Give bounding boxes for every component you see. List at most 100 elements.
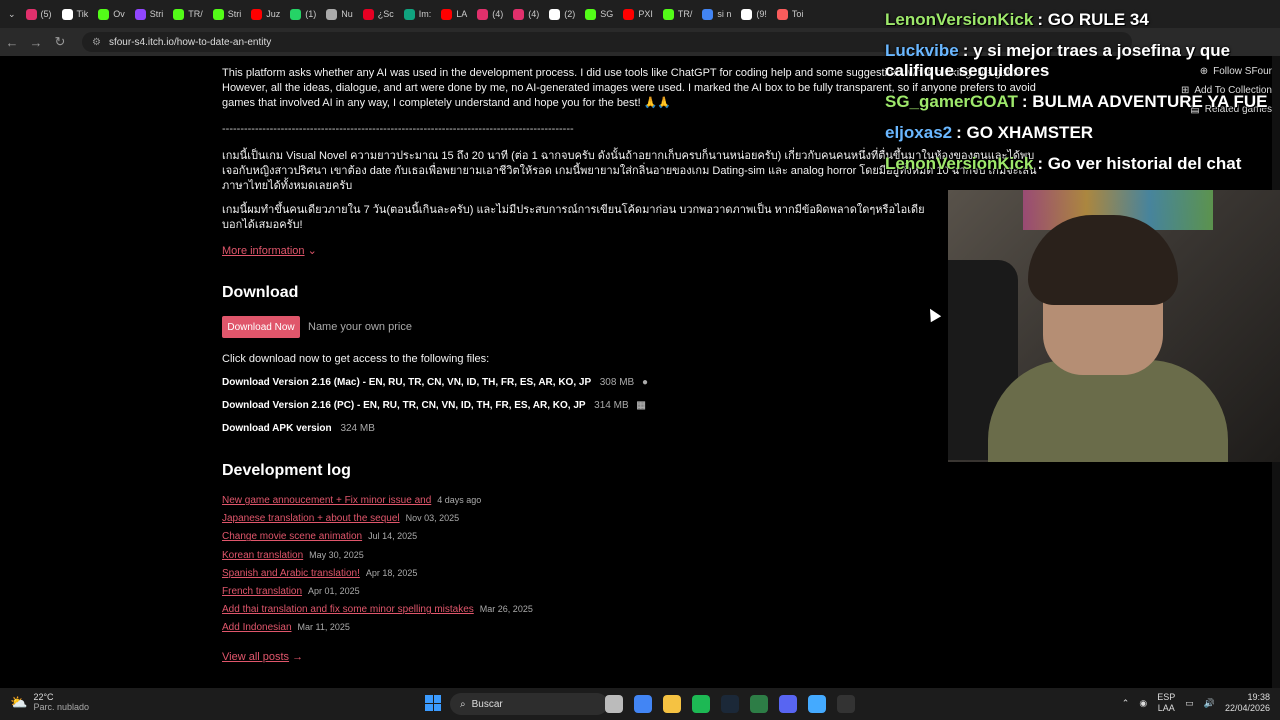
tab-search-icon[interactable]: ⌄ (0, 3, 21, 25)
browser-tab[interactable]: (4) (472, 3, 508, 25)
browser-tab[interactable]: Im: (399, 3, 437, 25)
tab-favicon-icon (25, 8, 37, 20)
download-heading: Download (222, 284, 299, 301)
reload-icon[interactable]: ↻ (48, 34, 72, 50)
devlog-title[interactable]: Japanese translation + about the sequel (222, 513, 400, 524)
tab-favicon-icon (741, 8, 753, 20)
devlog-title[interactable]: Change movie scene animation (222, 531, 362, 542)
browser-tab[interactable]: LA (436, 3, 472, 25)
display-icon[interactable]: ▭ (1185, 698, 1194, 709)
devlog-title[interactable]: New game annoucement + Fix minor issue a… (222, 495, 431, 506)
browser-tab[interactable]: Toi (772, 3, 809, 25)
browser-tab[interactable]: Stri (130, 3, 169, 25)
tab-label: (5) (40, 9, 52, 19)
file-row-pc: Download Version 2.16 (PC) - EN, RU, TR,… (222, 400, 646, 411)
tab-label: si n (717, 9, 732, 19)
apple-icon: ● (641, 377, 649, 388)
devlog-title[interactable]: Spanish and Arabic translation! (222, 568, 360, 579)
browser-tab[interactable]: (2) (544, 3, 580, 25)
devlog-item[interactable]: French translation Apr 01, 2025 (222, 586, 360, 597)
network-icon[interactable]: ◉ (1139, 698, 1147, 709)
view-all-posts-link[interactable]: View all posts → (222, 650, 303, 665)
browser-tab[interactable]: SG (580, 3, 618, 25)
taskbar-search[interactable]: ⌕ Buscar (450, 693, 608, 715)
browser-tab[interactable]: (1) (285, 3, 321, 25)
obs-icon[interactable] (837, 695, 855, 713)
chevron-up-icon[interactable]: ⌃ (1122, 698, 1130, 709)
weather-widget[interactable]: ⛅ 22°C Parc. nublado (10, 692, 89, 712)
devlog-item[interactable]: New game annoucement + Fix minor issue a… (222, 495, 481, 506)
browser-tab[interactable]: Nu (321, 3, 358, 25)
terminal-icon[interactable] (750, 695, 768, 713)
browser-tab[interactable]: (9! (736, 3, 772, 25)
tab-label: TR/ (677, 9, 693, 19)
file-explorer-icon[interactable] (605, 695, 623, 713)
start-button[interactable] (425, 695, 441, 711)
back-icon[interactable]: ← (0, 35, 24, 50)
devlog-item[interactable]: Change movie scene animation Jul 14, 2025 (222, 531, 417, 542)
forward-icon[interactable]: → (24, 35, 48, 50)
chat-text: : Go ver historial del chat (1037, 154, 1242, 173)
devlog-title[interactable]: Add thai translation and fix some minor … (222, 604, 474, 615)
tab-favicon-icon (362, 8, 374, 20)
devlog-item[interactable]: Japanese translation + about the sequel N… (222, 513, 459, 524)
devlog-title[interactable]: French translation (222, 586, 302, 597)
volume-icon[interactable]: 🔊 (1204, 698, 1215, 709)
browser-tab[interactable]: (4) (508, 3, 544, 25)
devlog-date: Mar 11, 2025 (297, 622, 350, 633)
notepad-icon[interactable] (808, 695, 826, 713)
browser-tab[interactable]: Juz (246, 3, 285, 25)
browser-tab[interactable]: Ov (93, 3, 130, 25)
windows-logo-icon (425, 703, 433, 711)
browser-tab[interactable]: PXI (618, 3, 658, 25)
steam-icon[interactable] (721, 695, 739, 713)
browser-tab[interactable]: (5) (21, 3, 57, 25)
view-all-label[interactable]: View all posts (222, 651, 289, 663)
devlog-item[interactable]: Add thai translation and fix some minor … (222, 604, 533, 615)
tab-favicon-icon (403, 8, 415, 20)
browser-tab[interactable]: TR/ (658, 3, 698, 25)
browser-tab[interactable]: Tik (57, 3, 94, 25)
cloud-sun-icon: ⛅ (10, 693, 28, 710)
browser-tab[interactable]: si n (697, 3, 736, 25)
more-information-label[interactable]: More information (222, 245, 305, 257)
chat-message: eljoxas2: GO XHAMSTER (885, 123, 1280, 143)
devlog-date: Mar 26, 2025 (479, 604, 533, 615)
browser-tab[interactable]: TR/ (168, 3, 208, 25)
site-info-icon[interactable]: ⚙ (92, 37, 101, 48)
download-now-button[interactable]: Download Now (222, 316, 300, 338)
tab-label: Im: (418, 9, 432, 19)
folder-icon[interactable] (663, 695, 681, 713)
tab-favicon-icon (61, 8, 73, 20)
tab-favicon-icon (776, 8, 788, 20)
more-information-link[interactable]: More information ⌄ (222, 244, 317, 259)
spotify-icon[interactable] (692, 695, 710, 713)
chat-message: SG_gamerGOAT: BULMA ADVENTURE YA FUE (885, 92, 1280, 112)
devlog-item[interactable]: Add Indonesian Mar 11, 2025 (222, 622, 350, 633)
file-size: 314 MB (594, 400, 629, 411)
tab-label: (9! (756, 9, 767, 19)
devlog-item[interactable]: Korean translation May 30, 2025 (222, 550, 364, 561)
browser-tab[interactable]: Stri (208, 3, 247, 25)
clock-time: 19:38 (1247, 692, 1270, 702)
language-indicator[interactable]: ESP LAA (1157, 692, 1175, 714)
lang-code: ESP (1157, 692, 1176, 702)
devlog-item[interactable]: Spanish and Arabic translation! Apr 18, 2… (222, 568, 417, 579)
tab-label: Stri (149, 9, 164, 19)
devlog-title[interactable]: Add Indonesian (222, 622, 292, 633)
file-row-mac: Download Version 2.16 (Mac) - EN, RU, TR… (222, 377, 648, 388)
clock[interactable]: 19:38 22/04/2026 (1225, 692, 1270, 714)
tab-label: TR/ (188, 9, 203, 19)
thai-description-2: เกมนี้ผมทำขึ้นคนเดียวภายใน 7 วัน(ตอนนี้เ… (222, 204, 925, 231)
file-name: Download APK version (222, 423, 332, 434)
search-icon: ⌕ (460, 698, 466, 710)
devlog-title[interactable]: Korean translation (222, 550, 303, 561)
browser-tab[interactable]: ¿Sc (358, 3, 399, 25)
discord-icon[interactable] (779, 695, 797, 713)
weather-status: Parc. nublado (33, 702, 89, 712)
tab-label: ¿Sc (377, 9, 394, 19)
devlog-date: 4 days ago (437, 495, 482, 505)
windows-logo-icon (433, 695, 441, 703)
chrome-icon[interactable] (634, 695, 652, 713)
tab-favicon-icon (702, 8, 714, 20)
